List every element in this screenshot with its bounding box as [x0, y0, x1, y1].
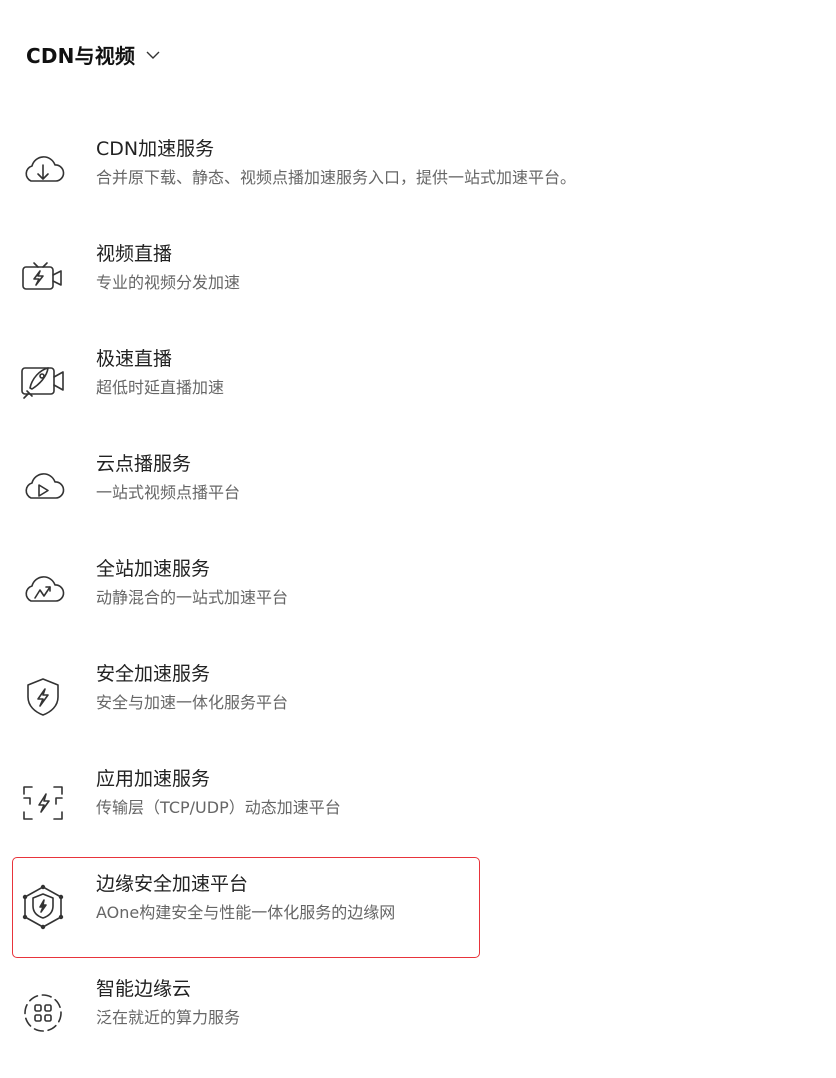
category-dropdown[interactable]: CDN与视频 — [26, 40, 161, 69]
shield-bolt-icon — [18, 673, 68, 723]
product-item-ens[interactable]: 智能边缘云 泛在就近的算力服务 — [0, 978, 520, 1078]
product-desc: 传输层（TCP/UDP）动态加速平台 — [96, 798, 341, 817]
product-desc: 一站式视频点播平台 — [96, 483, 241, 502]
product-title: 云点播服务 — [96, 453, 192, 475]
cloud-download-icon — [18, 148, 68, 198]
product-desc: 合并原下载、静态、视频点播加速服务入口，提供一站式加速平台。 — [96, 168, 577, 187]
product-desc: 超低时延直播加速 — [96, 378, 225, 397]
product-title: CDN加速服务 — [96, 138, 215, 160]
chevron-down-icon — [146, 51, 160, 59]
product-item-app-acceleration[interactable]: 应用加速服务 传输层（TCP/UDP）动态加速平台 — [0, 768, 520, 868]
product-item-fast-live[interactable]: 极速直播 超低时延直播加速 — [0, 348, 520, 448]
product-desc: 专业的视频分发加速 — [96, 273, 241, 292]
product-item-cdn[interactable]: CDN加速服务 合并原下载、静态、视频点播加速服务入口，提供一站式加速平台。 — [0, 138, 576, 238]
product-item-dcdn[interactable]: 全站加速服务 动静混合的一站式加速平台 — [0, 558, 520, 658]
product-title: 应用加速服务 — [96, 768, 211, 790]
product-desc: 安全与加速一体化服务平台 — [96, 693, 289, 712]
cloud-bolt-icon — [18, 568, 68, 618]
edge-grid-icon — [18, 988, 68, 1038]
product-title: 智能边缘云 — [96, 978, 192, 1000]
scan-bolt-icon — [18, 778, 68, 828]
product-item-live[interactable]: 视频直播 专业的视频分发加速 — [0, 243, 520, 343]
cloud-play-icon — [18, 463, 68, 513]
product-title: 视频直播 — [96, 243, 173, 265]
selected-item-highlight — [12, 857, 480, 958]
product-title: 安全加速服务 — [96, 663, 211, 685]
product-desc: 泛在就近的算力服务 — [96, 1008, 241, 1027]
product-item-scdn[interactable]: 安全加速服务 安全与加速一体化服务平台 — [0, 663, 520, 763]
tv-camera-icon — [18, 253, 68, 303]
product-title: 极速直播 — [96, 348, 173, 370]
category-title: CDN与视频 — [26, 44, 136, 68]
product-item-vod[interactable]: 云点播服务 一站式视频点播平台 — [0, 453, 520, 553]
product-title: 全站加速服务 — [96, 558, 211, 580]
product-desc: 动静混合的一站式加速平台 — [96, 588, 289, 607]
rocket-camera-icon — [18, 358, 68, 408]
